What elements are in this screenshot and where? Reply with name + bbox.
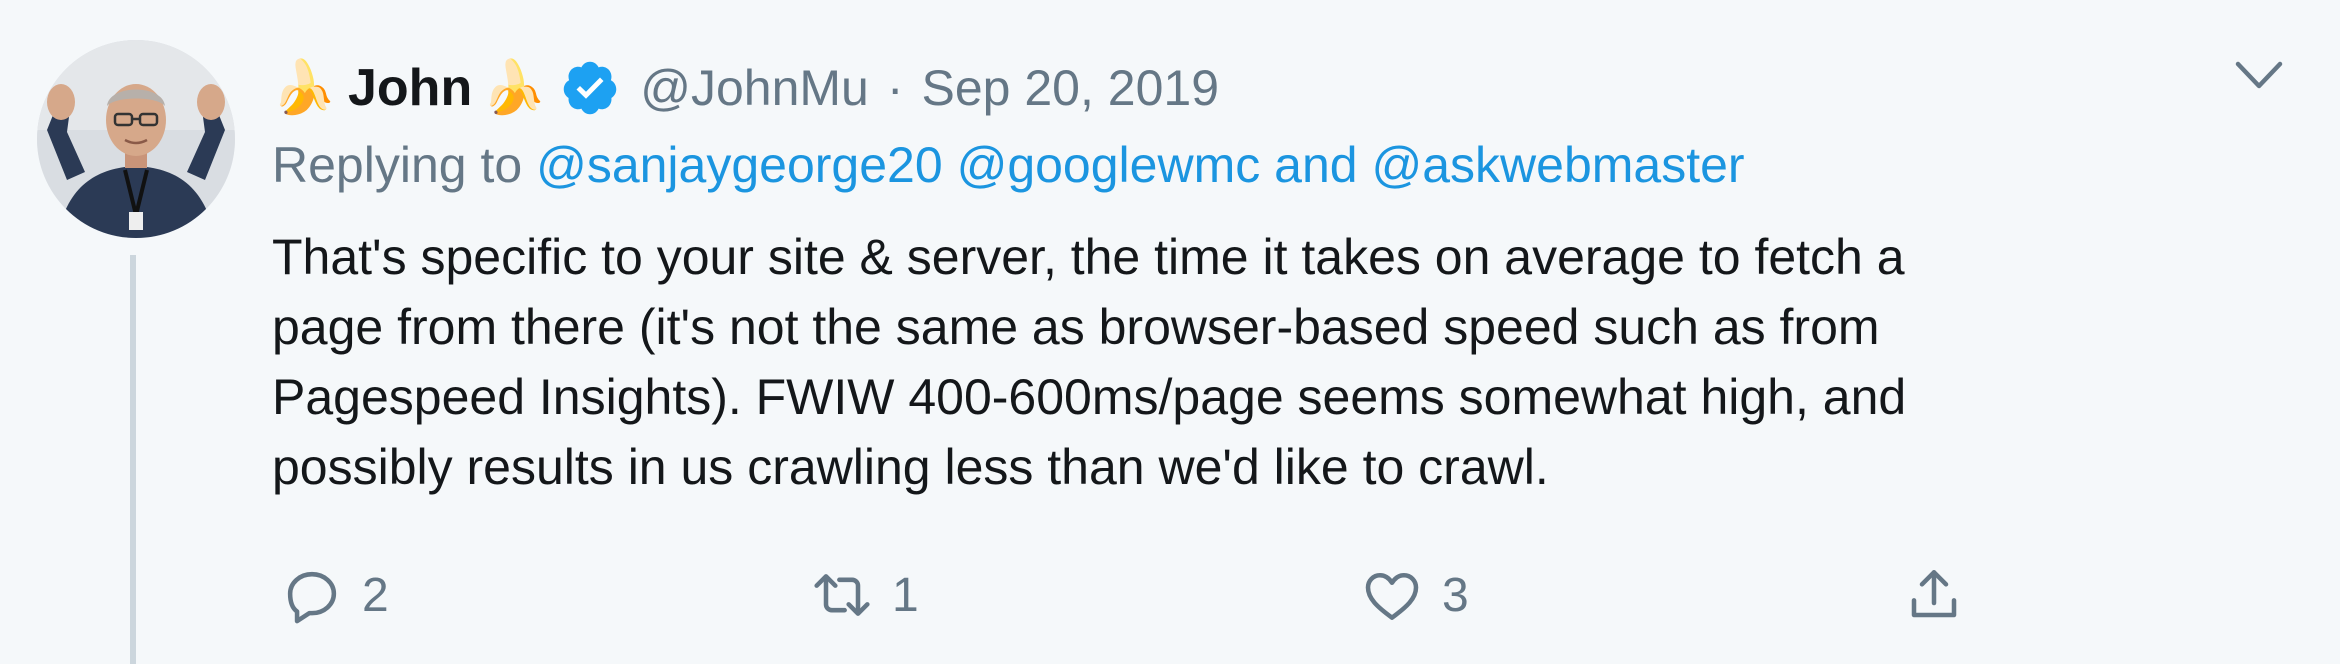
tweet-actions: 2 1 3 <box>272 560 1972 630</box>
chevron-down-icon[interactable] <box>2234 58 2284 94</box>
reply-count: 2 <box>362 568 389 622</box>
banana-emoji: 🍌 <box>271 59 337 117</box>
tweet-text: That's specific to your site & server, t… <box>272 222 2232 502</box>
mention-joiner[interactable]: and <box>1274 137 1357 193</box>
tweet-text-line: possibly results in us crawling less tha… <box>272 439 1549 495</box>
verified-badge-icon <box>563 61 617 115</box>
retweet-button[interactable]: 1 <box>810 560 919 630</box>
like-count: 3 <box>1442 568 1469 622</box>
avatar[interactable] <box>37 40 235 238</box>
replying-to: Replying to @sanjaygeorge20 @googlewmc a… <box>272 136 1745 194</box>
share-icon <box>1911 570 1957 618</box>
tweet[interactable]: 🍌 John 🍌 @JohnMu · Sep 20, 2019 Replying… <box>0 0 2340 664</box>
retweet-icon <box>814 574 870 616</box>
thread-line <box>130 255 136 664</box>
tweet-header: 🍌 John 🍌 @JohnMu · Sep 20, 2019 <box>272 48 1219 128</box>
tweet-date[interactable]: Sep 20, 2019 <box>922 59 1220 117</box>
separator-dot: · <box>886 60 904 116</box>
reply-icon <box>287 571 337 624</box>
tweet-text-line: Pagespeed Insights). FWIW 400-600ms/page… <box>272 369 1907 425</box>
display-name[interactable]: John <box>348 58 472 118</box>
reply-button[interactable]: 2 <box>280 560 389 630</box>
like-button[interactable]: 3 <box>1360 560 1469 630</box>
banana-emoji: 🍌 <box>481 59 547 117</box>
mention-link[interactable]: @googlewmc <box>957 137 1261 193</box>
heart-icon <box>1365 573 1419 620</box>
mention-link[interactable]: @askwebmaster <box>1371 137 1744 193</box>
mention-link[interactable]: @sanjaygeorge20 <box>536 137 943 193</box>
retweet-count: 1 <box>892 568 919 622</box>
tweet-text-line: That's specific to your site & server, t… <box>272 229 1905 285</box>
user-handle[interactable]: @JohnMu <box>640 59 869 117</box>
replying-prefix: Replying to <box>272 137 523 193</box>
share-button[interactable] <box>1902 560 1966 630</box>
tweet-text-line: page from there (it's not the same as br… <box>272 299 1880 355</box>
